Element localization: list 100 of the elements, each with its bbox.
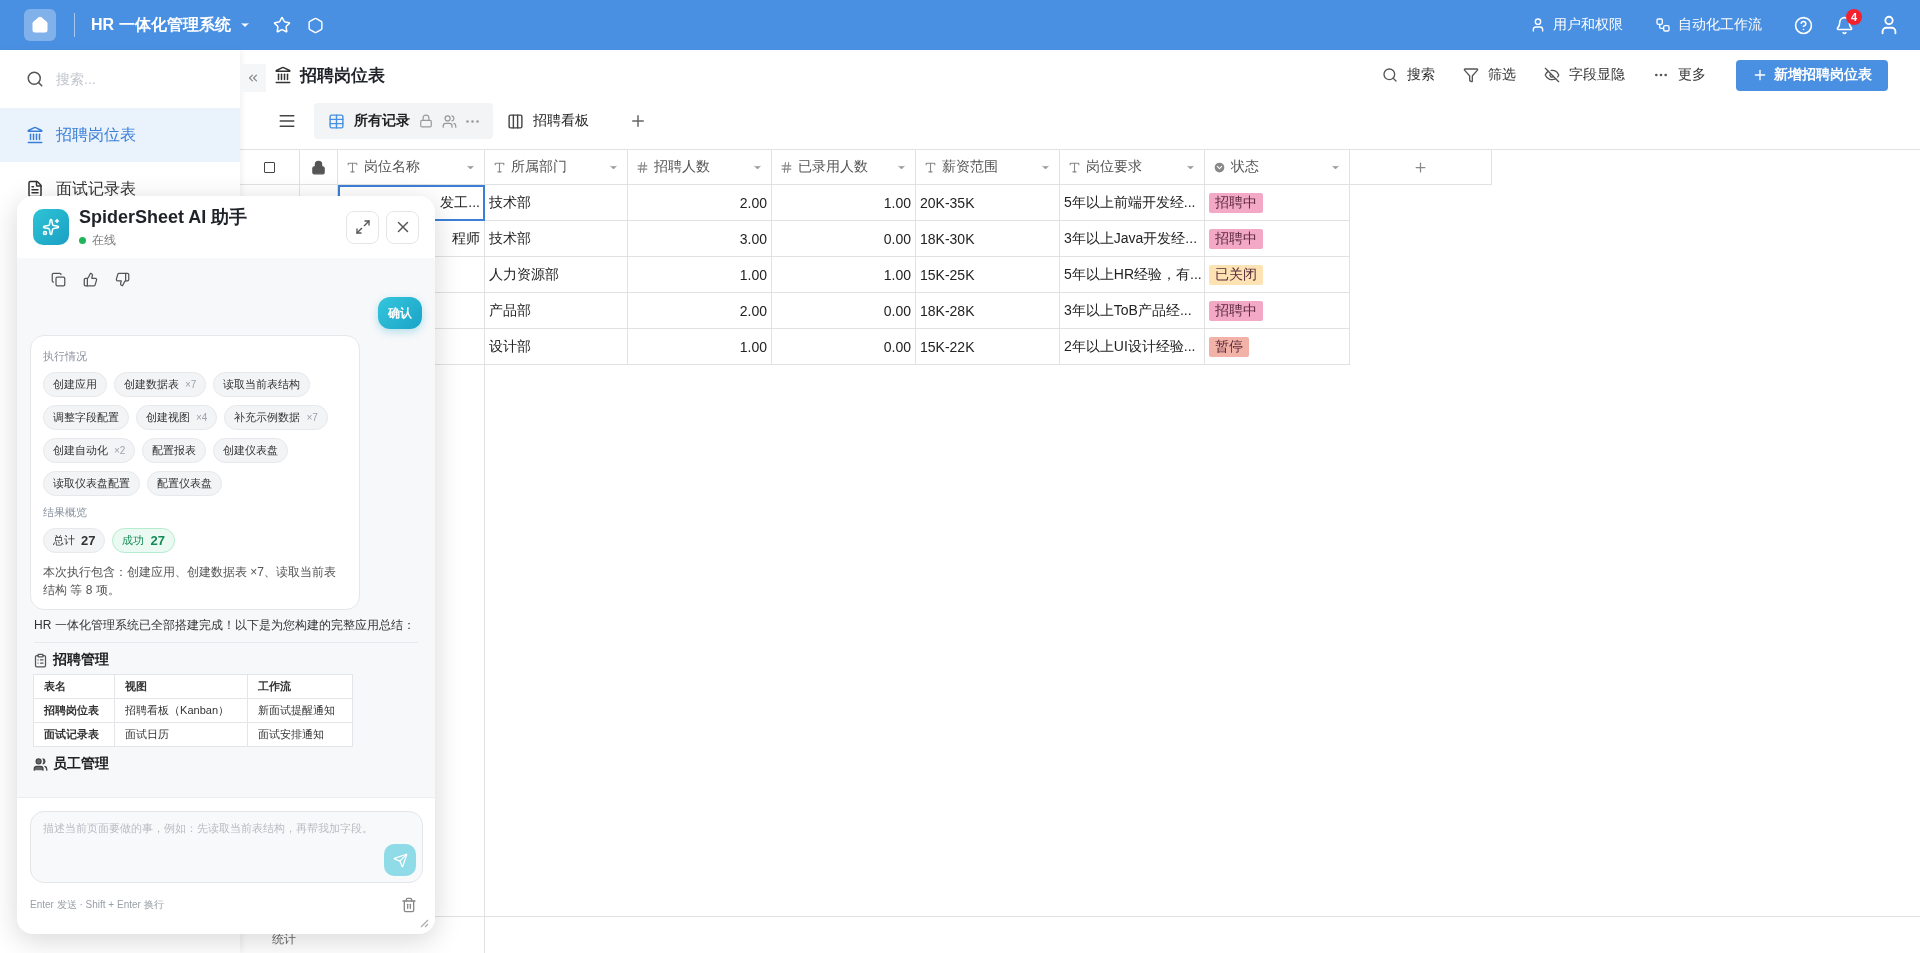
text-field-icon: [924, 160, 937, 174]
search-icon: [26, 70, 44, 88]
table-cell: 设计部: [485, 329, 628, 365]
table-cell: 面试安排通知: [247, 722, 353, 747]
filter-icon: [1463, 67, 1479, 83]
checkbox[interactable]: [264, 161, 275, 173]
status-tag: 暂停: [1209, 336, 1249, 357]
column-header[interactable]: 薪资范围: [942, 158, 1035, 176]
step-chip: 创建仪表盘: [213, 438, 289, 463]
building-icon: [274, 66, 292, 84]
table-cell: 2年以上UI设计经验...: [1060, 329, 1205, 365]
star-icon[interactable]: [272, 16, 291, 34]
chevrons-left-icon: [246, 71, 260, 85]
table-header: 视图: [114, 674, 248, 699]
people-icon: [33, 756, 48, 772]
table-cell: 2.00: [628, 185, 772, 221]
column-header[interactable]: 状态: [1231, 158, 1325, 176]
house-icon: [31, 16, 49, 34]
thumbs-up-icon[interactable]: [83, 272, 98, 287]
table-cell: 3.00: [628, 221, 772, 257]
table-cell: 5年以上前端开发经...: [1060, 185, 1205, 221]
hexagon-icon[interactable]: [306, 16, 324, 34]
search-field[interactable]: 搜索...: [54, 70, 204, 88]
copy-icon[interactable]: [51, 272, 66, 287]
toolbar-button[interactable]: 筛选: [1463, 66, 1516, 84]
table-cell: 5年以上HR经验，有...: [1060, 257, 1205, 293]
number-field-icon: [636, 160, 649, 174]
step-chip: 创建自动化 ×2: [43, 438, 136, 463]
step-chip: 配置报表: [142, 438, 207, 463]
toolbar-button[interactable]: 字段显隐: [1544, 66, 1625, 84]
result-chip: 总计 27: [43, 528, 106, 553]
add-column-icon[interactable]: [1413, 159, 1428, 175]
view-tab[interactable]: 所有记录: [314, 103, 493, 139]
status-tag: 已关闭: [1209, 264, 1263, 285]
table-cell: 1.00: [628, 257, 772, 293]
step-chip: 创建视图 ×4: [136, 405, 218, 430]
table-cell: 18K-30K: [916, 221, 1060, 257]
eye-off-icon: [1544, 67, 1560, 83]
trash-icon[interactable]: [401, 897, 417, 913]
table-cell: 技术部: [485, 185, 628, 221]
table-cell: 3年以上ToB产品经...: [1060, 293, 1205, 329]
table-cell: 20K-35K: [916, 185, 1060, 221]
number-field-icon: [780, 160, 793, 174]
view-tab[interactable]: 招聘看板: [493, 103, 603, 139]
table-cell: 0.00: [772, 221, 916, 257]
menu-icon[interactable]: [278, 112, 296, 130]
section-label: 结果概览: [43, 505, 88, 520]
step-chip: 创建数据表 ×7: [114, 372, 207, 397]
table-cell: 面试日历: [114, 722, 248, 747]
section-heading: 员工管理: [53, 755, 109, 773]
workflow-icon: [1655, 17, 1671, 33]
thumbs-down-icon[interactable]: [115, 272, 130, 287]
column-header[interactable]: 岗位要求: [1086, 158, 1180, 176]
home-button[interactable]: [24, 9, 56, 41]
page-title: 招聘岗位表: [300, 64, 385, 87]
toolbar-button[interactable]: 更多: [1653, 66, 1706, 84]
step-chip: 调整字段配置: [43, 405, 129, 430]
column-header[interactable]: 所属部门: [511, 158, 603, 176]
grid-icon: [328, 112, 345, 130]
toolbar-button[interactable]: 搜索: [1382, 66, 1435, 84]
document-icon: [26, 180, 44, 198]
select-field-icon: [1213, 160, 1226, 174]
table-cell: 产品部: [485, 293, 628, 329]
assistant-message: HR 一体化管理系统已全部搭建完成！以下是为您构建的完整应用总结：: [34, 617, 418, 643]
sparkles-icon: [33, 209, 69, 245]
notification-badge: 4: [1846, 8, 1862, 25]
more-icon: [466, 119, 479, 123]
result-chip: 成功 27: [112, 528, 175, 553]
table-cell: 3年以上Java开发经...: [1060, 221, 1205, 257]
table-cell: 1.00: [772, 185, 916, 221]
table-cell: 0.00: [772, 293, 916, 329]
status-tag: 招聘中: [1209, 228, 1263, 249]
table-header: 表名: [33, 674, 115, 699]
column-header[interactable]: 已录用人数: [798, 158, 891, 176]
send-icon: [392, 852, 408, 868]
column-header[interactable]: 招聘人数: [654, 158, 747, 176]
column-header[interactable]: 岗位名称: [364, 158, 460, 176]
close-button[interactable]: [386, 210, 419, 244]
section-label: 执行情况: [43, 349, 88, 364]
step-chip: 补充示例数据 ×7: [224, 405, 328, 430]
status-tag: 招聘中: [1209, 300, 1263, 321]
table-cell: 1.00: [772, 257, 916, 293]
help-icon[interactable]: [1794, 15, 1813, 35]
people-icon: [442, 113, 457, 129]
step-chip: 创建应用: [43, 372, 107, 397]
collapse-button[interactable]: [240, 64, 266, 92]
resize-handle[interactable]: [419, 918, 429, 928]
clipboard-icon: [33, 652, 48, 668]
table-cell: 人力资源部: [485, 257, 628, 293]
table-header: 工作流: [247, 674, 353, 699]
table-cell: 15K-22K: [916, 329, 1060, 365]
lock-icon: [311, 159, 326, 175]
expand-button[interactable]: [346, 210, 379, 244]
table-cell: 技术部: [485, 221, 628, 257]
sidebar-item[interactable]: 招聘岗位表: [0, 108, 240, 162]
text-field-icon: [493, 160, 506, 174]
building-icon: [26, 126, 44, 144]
table-cell: 招聘岗位表: [33, 698, 115, 723]
add-view-icon[interactable]: [629, 112, 647, 130]
table-cell: 0.00: [772, 329, 916, 365]
